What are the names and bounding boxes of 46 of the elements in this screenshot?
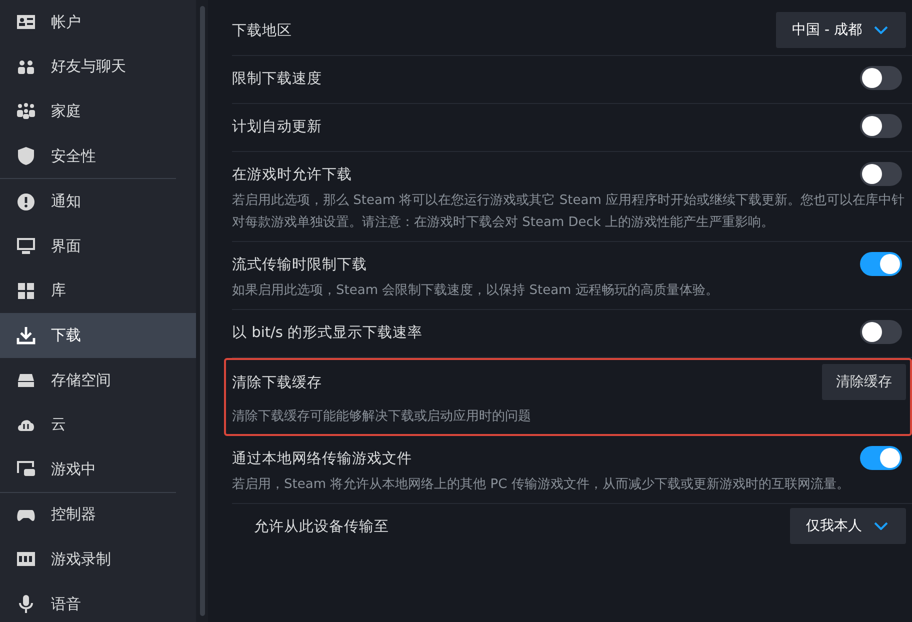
download-icon bbox=[16, 325, 36, 346]
sidebar-item[interactable]: 控制器 bbox=[0, 492, 196, 538]
dropdown[interactable]: 仅我本人 bbox=[790, 508, 906, 544]
sidebar-item[interactable]: 库 bbox=[0, 268, 196, 314]
toggle-switch[interactable] bbox=[860, 320, 902, 344]
setting-title: 下载地区 bbox=[232, 22, 292, 40]
setting-title: 允许从此设备传输至 bbox=[254, 518, 389, 536]
setting-description: 清除下载缓存可能能够解决下载或启动应用时的问题 bbox=[232, 408, 532, 426]
sidebar-item[interactable]: 游戏录制 bbox=[0, 537, 196, 582]
microphone-icon bbox=[16, 594, 36, 614]
toggle-switch[interactable] bbox=[860, 252, 902, 276]
shield-icon bbox=[16, 146, 36, 166]
sidebar-item[interactable]: 安全性 bbox=[0, 134, 196, 178]
sidebar-item[interactable]: 下载 bbox=[0, 313, 196, 358]
toggle-switch[interactable] bbox=[860, 446, 902, 470]
setting-title: 流式传输时限制下载 bbox=[232, 256, 367, 274]
setting-description: 如果启用此选项，Steam 会限制下载速度，以保持 Steam 远程畅玩的高质量体验。 bbox=[232, 282, 720, 300]
sidebar-item[interactable]: 语音 bbox=[0, 582, 196, 622]
sidebar-item[interactable]: 云 bbox=[0, 402, 196, 447]
sidebar-item[interactable]: 存储空间 bbox=[0, 358, 196, 402]
setting-description: 若启用此选项，那么 Steam 将可以在您运行游戏或其它 Steam 应用程序时开始或继续下载更新。您也可以在库中针对每款游戏单独设置。请注意：在游戏时下载会对 Steam Deck 上的游戏性能产生严重影响。 bbox=[232, 192, 906, 232]
toggle-switch[interactable] bbox=[860, 114, 902, 138]
sidebar-item[interactable]: 帐户 bbox=[0, 0, 196, 45]
clear-cache-button[interactable]: 清除缓存 bbox=[822, 364, 906, 400]
setting-description: 若启用，Steam 将允许从本地网络上的其他 PC 传输游戏文件，从而减少下载或更新游戏时的互联网流量。 bbox=[232, 476, 850, 494]
monitor-icon bbox=[16, 236, 36, 256]
toggle-switch[interactable] bbox=[860, 162, 902, 186]
sidebar-item[interactable]: 通知 bbox=[0, 179, 196, 224]
grid-icon bbox=[16, 280, 36, 301]
setting-title: 清除下载缓存 bbox=[232, 374, 322, 392]
setting-title: 通过本地网络传输游戏文件 bbox=[232, 450, 412, 468]
setting-title: 计划自动更新 bbox=[232, 118, 322, 136]
chevron-icon bbox=[874, 522, 888, 530]
sidebar-item[interactable]: 家庭 bbox=[0, 89, 196, 134]
sidebar-item[interactable]: 界面 bbox=[0, 224, 196, 269]
setting-title: 限制下载速度 bbox=[232, 70, 322, 88]
chevron-icon bbox=[874, 26, 888, 34]
alert-icon bbox=[16, 192, 36, 212]
setting-title: 以 bit/s 的形式显示下载速率 bbox=[232, 324, 423, 342]
family-icon bbox=[16, 101, 36, 122]
scrollbar-thumb[interactable] bbox=[200, 6, 204, 616]
toggle-switch[interactable] bbox=[860, 66, 902, 90]
dropdown[interactable]: 中国 - 成都 bbox=[776, 12, 906, 48]
setting-title: 在游戏时允许下载 bbox=[232, 166, 352, 184]
sidebar-item[interactable]: 游戏中 bbox=[0, 446, 196, 492]
sidebar-item[interactable]: 好友与聊天 bbox=[0, 44, 196, 90]
